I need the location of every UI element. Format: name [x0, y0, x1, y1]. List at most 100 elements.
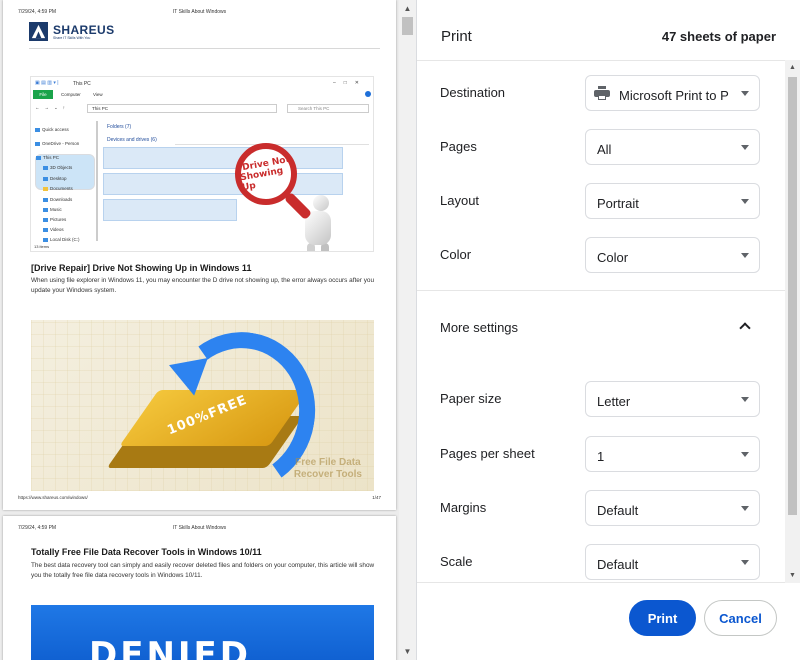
sheet-count: 47 sheets of paper [661, 29, 776, 44]
preview-scrollbar[interactable]: ▲ ▼ [399, 0, 416, 660]
explorer-menu-file: File [33, 90, 53, 99]
pages-per-sheet-row: Pages per sheet 1 [417, 436, 783, 472]
scale-label: Scale [440, 554, 473, 569]
print-title: Print [441, 28, 472, 45]
margins-value: Default [597, 503, 639, 518]
scale-select[interactable]: Default [585, 544, 760, 580]
scroll-down-arrow-icon[interactable]: ▼ [785, 568, 800, 583]
denied-banner-text: DENIED [89, 635, 252, 660]
more-settings-toggle[interactable]: More settings [417, 311, 783, 345]
pages-per-sheet-select[interactable]: 1 [585, 436, 760, 472]
layout-row: Layout Portrait [417, 183, 783, 219]
layout-label: Layout [440, 193, 480, 208]
group-devices: Devices and drives (6) [107, 137, 157, 143]
page-site-title: IT Skills About Windows [172, 525, 227, 531]
sidebar-item: Videos [43, 227, 64, 232]
sidebar-item: Downloads [43, 197, 72, 202]
layout-select[interactable]: Portrait [585, 183, 760, 219]
margins-label: Margins [440, 500, 487, 515]
magnifier-figure-image: Drive Not Showing Up [235, 143, 335, 251]
window-controls-icon: –□✕ [333, 80, 367, 86]
paper-size-row: Paper size Letter [417, 381, 783, 417]
sidebar-item: Documents [43, 186, 73, 191]
explorer-sidebar-scrollbar [96, 121, 98, 241]
color-value: Color [597, 250, 629, 265]
article-1-title: [Drive Repair] Drive Not Showing Up in W… [31, 263, 252, 273]
dropdown-caret-icon [741, 253, 749, 258]
article-2-title: Totally Free File Data Recover Tools in … [31, 547, 262, 557]
scale-row: Scale Default [417, 544, 783, 580]
sidebar-item: Local Disk (C:) [43, 237, 80, 242]
sidebar-item-selected: This PC [35, 154, 95, 190]
explorer-menu-computer: Computer [61, 92, 81, 97]
more-settings-label: More settings [440, 320, 519, 335]
article-2-desc: The best data recovery tool can simply a… [31, 562, 375, 579]
preview-page-1: 7/29/24, 4:59 PM IT Skills About Windows… [3, 0, 396, 510]
pages-value: All [597, 142, 612, 157]
dropdown-caret-icon [741, 560, 749, 565]
destination-value: Microsoft Print to PDF [619, 88, 729, 103]
sidebar-item: Desktop [43, 176, 67, 181]
explorer-menu-view: View [93, 92, 103, 97]
explorer-screenshot: ▣ ▤ ▥ ▾ | This PC –□✕ File Computer View… [30, 76, 374, 252]
cancel-button[interactable]: Cancel [704, 600, 777, 636]
explorer-search-box: Search This PC [287, 104, 369, 113]
nav-arrows-icon: ←→⌄↑ [35, 105, 71, 110]
paper-size-label: Paper size [440, 391, 502, 406]
chevron-up-icon [739, 322, 751, 334]
shareus-logo-icon [29, 22, 48, 41]
paper-size-select[interactable]: Letter [585, 381, 760, 417]
color-row: Color Color [417, 237, 783, 273]
article-1-desc: When using file explorer in Windows 11, … [31, 277, 375, 294]
explorer-address-row: ←→⌄↑ This PC Search This PC [31, 104, 373, 114]
pages-row: Pages All [417, 129, 783, 165]
settings-divider [417, 290, 785, 291]
drive-not-showing-up-callout: Drive Not Showing Up [235, 143, 297, 205]
help-icon [365, 91, 371, 97]
scroll-up-arrow-icon[interactable]: ▲ [399, 0, 416, 17]
dropdown-caret-icon [741, 145, 749, 150]
scale-value: Default [597, 557, 639, 572]
layout-value: Portrait [597, 196, 639, 211]
explorer-sidebar: Quick access OneDrive - Person This PC 3… [31, 121, 95, 251]
group-folders: Folders (7) [107, 124, 132, 130]
shareus-logo: SHAREUS Share IT Skills With You [29, 22, 114, 41]
scroll-down-arrow-icon[interactable]: ▼ [399, 643, 416, 660]
print-button[interactable]: Print [629, 600, 696, 636]
explorer-window-title: This PC [73, 81, 91, 87]
explorer-ribbon: File Computer View [31, 90, 373, 99]
explorer-titlebar: ▣ ▤ ▥ ▾ | This PC –□✕ [31, 78, 373, 89]
logo-name: SHAREUS [53, 22, 115, 37]
dropdown-caret-icon [741, 506, 749, 511]
sidebar-item: 3D Objects [43, 165, 72, 170]
margins-select[interactable]: Default [585, 490, 760, 526]
preview-scrollbar-thumb[interactable] [402, 17, 413, 35]
footer-page-number: 1/47 [372, 495, 381, 500]
dropdown-caret-icon [741, 91, 749, 96]
dropdown-caret-icon [741, 199, 749, 204]
quick-access-toolbar-icon: ▣ ▤ ▥ ▾ | [35, 80, 59, 86]
settings-scrollbar-thumb[interactable] [788, 77, 797, 515]
margins-row: Margins Default [417, 490, 783, 526]
scroll-up-arrow-icon[interactable]: ▲ [785, 60, 800, 75]
print-preview-pane[interactable]: 7/29/24, 4:59 PM IT Skills About Windows… [0, 0, 416, 660]
pages-label: Pages [440, 139, 477, 154]
paper-size-value: Letter [597, 394, 631, 409]
printer-icon [594, 86, 610, 100]
explorer-address-bar: This PC [87, 104, 277, 113]
pages-per-sheet-label: Pages per sheet [440, 446, 535, 461]
banner-label: Free File Data Recover Tools [293, 457, 362, 480]
drive-tile [103, 199, 237, 221]
print-settings-panel: Print 47 sheets of paper Destination Mic… [416, 0, 800, 660]
denied-banner-image: DENIED [31, 605, 374, 660]
destination-select[interactable]: Microsoft Print to PDF [585, 75, 760, 111]
preview-page-2: 7/29/24, 4:59 PM IT Skills About Windows… [3, 516, 396, 660]
color-select[interactable]: Color [585, 237, 760, 273]
header-divider [29, 48, 380, 49]
sidebar-item: Music [43, 207, 62, 212]
page-site-title: IT Skills About Windows [172, 9, 227, 15]
pages-select[interactable]: All [585, 129, 760, 165]
sidebar-item: Quick access [35, 127, 69, 132]
settings-scrollbar[interactable]: ▲ ▼ [785, 60, 800, 583]
dropdown-caret-icon [741, 397, 749, 402]
